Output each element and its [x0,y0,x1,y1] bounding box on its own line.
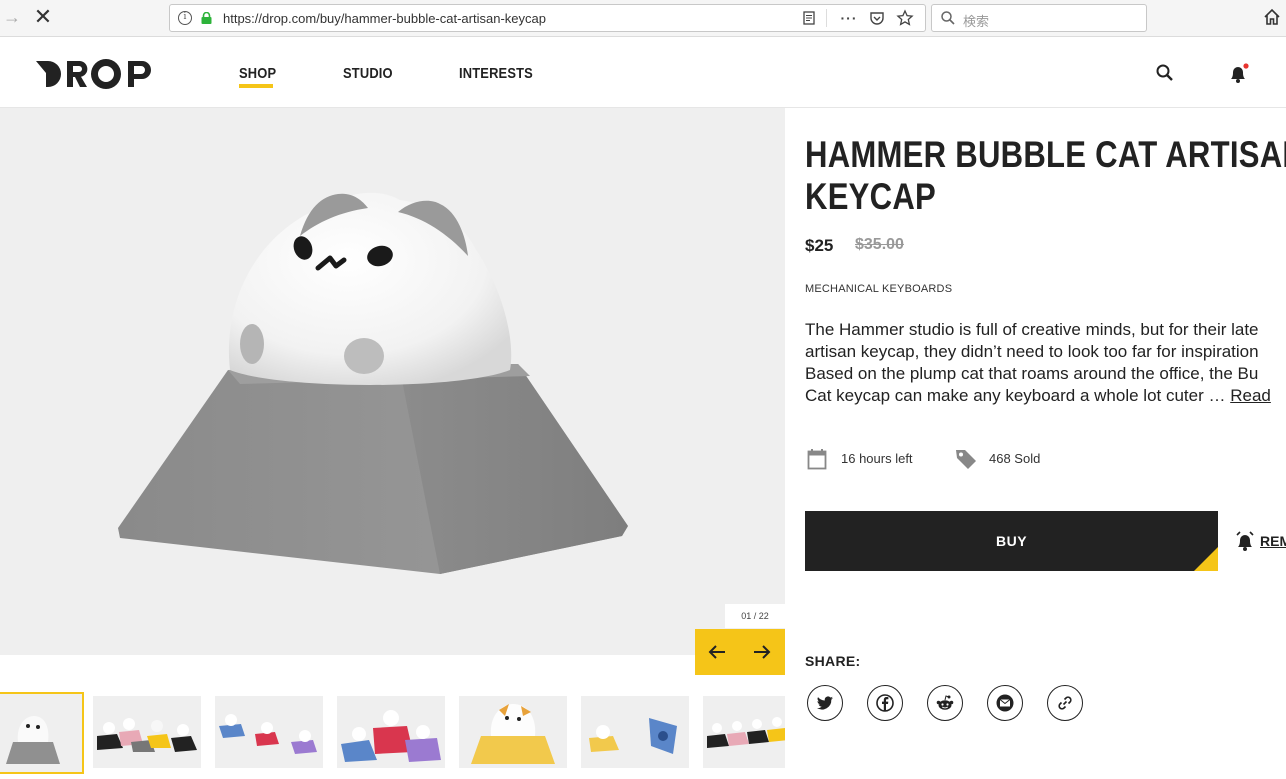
notification-dot [1243,63,1249,69]
bell-icon[interactable] [1227,62,1249,84]
time-left: 16 hours left [841,451,913,466]
browser-toolbar: → ✕ i https://drop.com/buy/hammer-bubble… [0,0,1286,37]
product-description: The Hammer studio is full of creative mi… [805,319,1286,407]
price: $25 [805,236,834,255]
sold-count: 468 Sold [989,451,1041,466]
next-arrow-icon[interactable] [750,640,774,664]
calendar-icon [807,449,827,470]
prev-arrow-icon[interactable] [705,640,729,664]
reader-icon[interactable] [800,9,818,27]
url-separator [826,9,827,27]
buy-corner-accent [1194,547,1218,571]
description-line: Cat keycap can make any keyboard a whole… [805,386,1231,405]
thumbnail-3[interactable] [215,696,323,768]
info-icon[interactable]: i [178,11,192,25]
thumbnail-4[interactable] [337,696,445,768]
category-link[interactable]: MECHANICAL KEYBOARDS [805,283,952,295]
product-title-line-2: KEYCAP [805,176,937,217]
link-icon [1058,696,1072,710]
product-title: HAMMER BUBBLE CAT ARTISAN KEYCAP [805,134,1286,218]
thumbnail-2[interactable] [93,696,201,768]
reddit-icon [936,695,954,710]
search-icon [941,11,955,25]
email-icon [996,694,1014,712]
buy-button[interactable]: BUY [805,511,1218,571]
thumbnail-strip [0,690,785,779]
url-text[interactable]: https://drop.com/buy/hammer-bubble-cat-a… [223,11,546,26]
more-icon[interactable]: ··· [840,9,858,27]
keycap-image [118,192,628,574]
share-link-button[interactable] [1047,685,1083,721]
thumbnail-1[interactable] [0,692,84,774]
thumbnail-5[interactable] [459,696,567,768]
nav-studio[interactable]: STUDIO [343,65,393,82]
buy-button-label: BUY [995,533,1028,549]
lock-icon [201,12,212,24]
nav-interests[interactable]: INTERESTS [459,65,533,82]
description-line: Based on the plump cat that roams around… [805,364,1259,383]
share-twitter-button[interactable] [807,685,843,721]
twitter-icon [817,696,833,710]
share-email-button[interactable] [987,685,1023,721]
product-title-line-1: HAMMER BUBBLE CAT ARTISAN [805,134,1286,175]
forward-arrow-icon[interactable]: → [2,7,22,27]
gallery-arrows [695,629,785,675]
thumbnail-6[interactable] [581,696,689,768]
bell-alarm-icon [1236,531,1254,551]
home-icon[interactable] [1262,7,1282,27]
product-image-main[interactable] [0,108,785,655]
nav-shop[interactable]: SHOP [239,65,276,82]
star-icon[interactable] [896,9,914,27]
remind-me-label: REM [1260,533,1286,549]
search-icon[interactable] [1155,63,1175,83]
nav-active-indicator [239,84,273,88]
browser-search-field[interactable]: 検索 [931,4,1147,32]
address-bar[interactable]: i https://drop.com/buy/hammer-bubble-cat… [169,4,926,32]
site-header: SHOP STUDIO INTERESTS [0,38,1286,108]
search-placeholder: 検索 [963,14,990,29]
tag-icon [956,450,976,469]
description-line: artisan keycap, they didn’t need to look… [805,342,1259,361]
stop-icon[interactable]: ✕ [32,6,54,28]
drop-logo[interactable] [34,57,170,91]
share-label: SHARE: [805,653,861,669]
share-facebook-button[interactable] [867,685,903,721]
pocket-icon[interactable] [868,9,886,27]
description-line: The Hammer studio is full of creative mi… [805,320,1259,339]
facebook-icon [876,694,894,712]
image-counter: 01 / 22 [725,604,785,628]
original-price: $35.00 [855,236,904,253]
share-reddit-button[interactable] [927,685,963,721]
thumbnail-7[interactable] [703,696,785,768]
read-more-link[interactable]: Read [1230,386,1271,405]
